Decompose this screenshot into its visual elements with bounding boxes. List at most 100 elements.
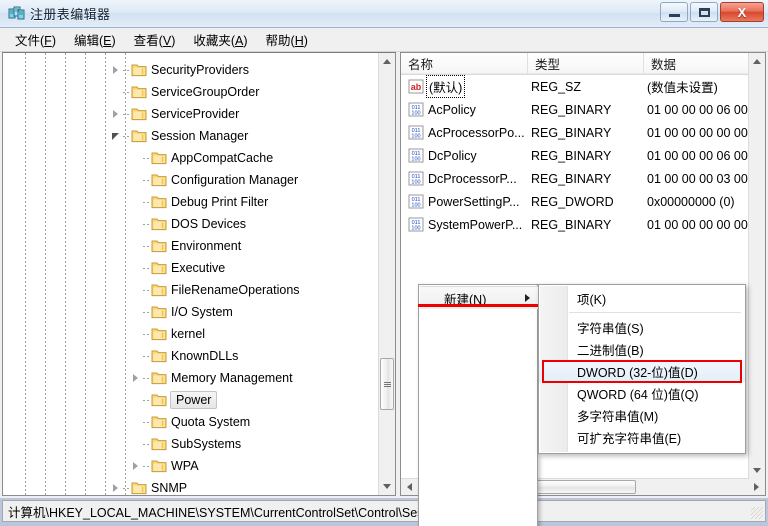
value-row[interactable]: 011 100 DcProcessorP... REG_BINARY 01 00 00 … — [401, 167, 765, 190]
tree-item-power[interactable]: Power — [127, 389, 218, 411]
tree-item-i-o-system[interactable]: I/O System — [127, 301, 239, 323]
tree-item-label: Quota System — [171, 415, 251, 429]
tree-item-environment[interactable]: Environment — [127, 235, 247, 257]
chevron-right-icon — [754, 483, 759, 491]
hscroll-right-button[interactable] — [748, 479, 765, 495]
submenu-item-项K[interactable]: 项(K) — [539, 287, 745, 309]
tree-expander[interactable] — [127, 345, 143, 367]
tree-item-configuration-manager[interactable]: Configuration Manager — [127, 169, 304, 191]
value-row[interactable]: 011 100 AcProcessorPo... REG_BINARY 01 00 00… — [401, 121, 765, 144]
column-header-type[interactable]: 类型 — [528, 53, 644, 74]
tree-expander[interactable] — [127, 323, 143, 345]
tree-expander[interactable] — [107, 81, 123, 103]
tree-item-label: KnownDLLs — [171, 349, 239, 363]
registry-editor-window: 注册表编辑器 X 文件(F) 编辑(E) 查看(V) 收藏夹(A) 帮助(H) — [0, 0, 768, 526]
folder-icon — [151, 327, 167, 341]
tree-expander-expanded[interactable] — [107, 125, 123, 147]
tree-expander[interactable] — [127, 147, 143, 169]
tree-item-label: I/O System — [171, 305, 233, 319]
tree-expander-collapsed[interactable] — [107, 477, 123, 495]
tree-expander-collapsed[interactable] — [127, 367, 143, 389]
submenu-item-多字符串值M[interactable]: 多字符串值(M) — [539, 404, 745, 426]
tree-item-servicegrouporder[interactable]: ServiceGroupOrder — [107, 81, 265, 103]
value-row[interactable]: 011 100 PowerSettingP... REG_DWORD 0x0000000… — [401, 190, 765, 213]
submenu-item-可扩充字符串值E[interactable]: 可扩充字符串值(E) — [539, 426, 745, 448]
tree-item-securityproviders[interactable]: SecurityProviders — [107, 59, 255, 81]
value-row[interactable]: ab (默认) REG_SZ (数值未设置) — [401, 75, 765, 98]
registry-tree: SecurityProviders ServiceGroupOrder Servic… — [3, 53, 377, 495]
menu-favorites[interactable]: 收藏夹(A) — [184, 27, 256, 52]
value-row[interactable]: 011 100 AcPolicy REG_BINARY 01 00 00 00 06 0… — [401, 98, 765, 121]
value-name-cell: 011 100 PowerSettingP... — [408, 194, 520, 209]
tree-expander-collapsed[interactable] — [127, 455, 143, 477]
tree-item-label: Session Manager — [151, 129, 249, 143]
tree-vertical-scrollbar[interactable] — [378, 53, 395, 495]
tree-item-session-manager[interactable]: Session Manager — [107, 125, 254, 147]
submenu-item-QWORD64位值Q[interactable]: QWORD (64 位)值(Q) — [539, 382, 745, 404]
tree-expander[interactable] — [127, 257, 143, 279]
tree-scroll-down-button[interactable] — [379, 478, 395, 495]
tree-connector — [143, 311, 151, 313]
new-submenu[interactable]: 项(K) 字符串值(S) 二进制值(B) DWORD (32-位)值(D) QWORD … — [538, 284, 746, 454]
tree-item-snmp[interactable]: SNMP — [107, 477, 193, 495]
tree-item-filerenameoperations[interactable]: FileRenameOperations — [127, 279, 306, 301]
tree-expander[interactable] — [127, 411, 143, 433]
tree-connector — [143, 443, 151, 445]
close-button[interactable]: X — [720, 2, 764, 22]
folder-icon — [131, 85, 147, 99]
menu-view[interactable]: 查看(V) — [125, 27, 185, 52]
tree-item-dos-devices[interactable]: DOS Devices — [127, 213, 252, 235]
values-scroll-down-button[interactable] — [749, 462, 765, 479]
tree-item-subsystems[interactable]: SubSystems — [127, 433, 247, 455]
value-name-text: DcProcessorP... — [428, 171, 517, 186]
submenu-item-DWORD32-位值D[interactable]: DWORD (32-位)值(D) — [539, 360, 745, 382]
tree-expander-collapsed[interactable] — [107, 103, 123, 125]
tree-expander[interactable] — [127, 389, 143, 411]
tree-item-memory-management[interactable]: Memory Management — [127, 367, 299, 389]
column-header-name[interactable]: 名称 — [401, 53, 528, 74]
tree-item-label: Memory Management — [171, 371, 293, 385]
menu-help[interactable]: 帮助(H) — [257, 27, 317, 52]
tree-item-wpa[interactable]: WPA — [127, 455, 205, 477]
minimize-button[interactable] — [660, 2, 688, 22]
tree-expander[interactable] — [127, 433, 143, 455]
menu-edit[interactable]: 编辑(E) — [65, 27, 125, 52]
tree-scroll-up-button[interactable] — [379, 53, 395, 70]
binary-value-icon: 011 100 — [408, 102, 424, 117]
tree-item-quota-system[interactable]: Quota System — [127, 411, 256, 433]
submenu-item-字符串值S[interactable]: 字符串值(S) — [539, 316, 745, 338]
values-scroll-up-button[interactable] — [749, 53, 765, 70]
tree-expander[interactable] — [127, 279, 143, 301]
svg-text:100: 100 — [411, 226, 420, 232]
resize-grip-icon[interactable] — [751, 507, 763, 519]
tree-item-knowndlls[interactable]: KnownDLLs — [127, 345, 244, 367]
tree-expander[interactable] — [127, 235, 143, 257]
tree-item-serviceprovider[interactable]: ServiceProvider — [107, 103, 245, 125]
tree-expander[interactable] — [127, 301, 143, 323]
value-row[interactable]: 011 100 SystemPowerP... REG_BINARY 01 00 00 … — [401, 213, 765, 236]
value-data-cell: 01 00 00 00 06 00 — [647, 148, 748, 163]
tree-item-kernel[interactable]: kernel — [127, 323, 211, 345]
folder-icon — [151, 371, 167, 385]
tree-item-appcompatcache[interactable]: AppCompatCache — [127, 147, 279, 169]
folder-icon — [151, 349, 167, 363]
value-row[interactable]: 011 100 DcPolicy REG_BINARY 01 00 00 00 06 0… — [401, 144, 765, 167]
tree-expander[interactable] — [127, 191, 143, 213]
menu-file[interactable]: 文件(F) — [6, 27, 65, 52]
tree-scrollbar-thumb[interactable] — [380, 358, 394, 410]
tree-connector — [123, 135, 131, 137]
context-menu[interactable]: 新建(N) — [418, 284, 538, 526]
tree-expander-collapsed[interactable] — [107, 59, 123, 81]
tree-expander[interactable] — [127, 213, 143, 235]
submenu-item-二进制值B[interactable]: 二进制值(B) — [539, 338, 745, 360]
value-type-cell: REG_BINARY — [531, 217, 612, 232]
tree-expander[interactable] — [127, 169, 143, 191]
tree-item-debug-print-filter[interactable]: Debug Print Filter — [127, 191, 274, 213]
tree-item-executive[interactable]: Executive — [127, 257, 231, 279]
maximize-button[interactable] — [690, 2, 718, 22]
registry-tree-panel[interactable]: SecurityProviders ServiceGroupOrder Servic… — [2, 52, 396, 496]
values-vertical-scrollbar[interactable] — [748, 53, 765, 479]
hscroll-left-button[interactable] — [401, 479, 418, 495]
column-header-data[interactable]: 数据 — [644, 53, 765, 74]
value-name-cell: ab (默认) — [408, 75, 466, 98]
